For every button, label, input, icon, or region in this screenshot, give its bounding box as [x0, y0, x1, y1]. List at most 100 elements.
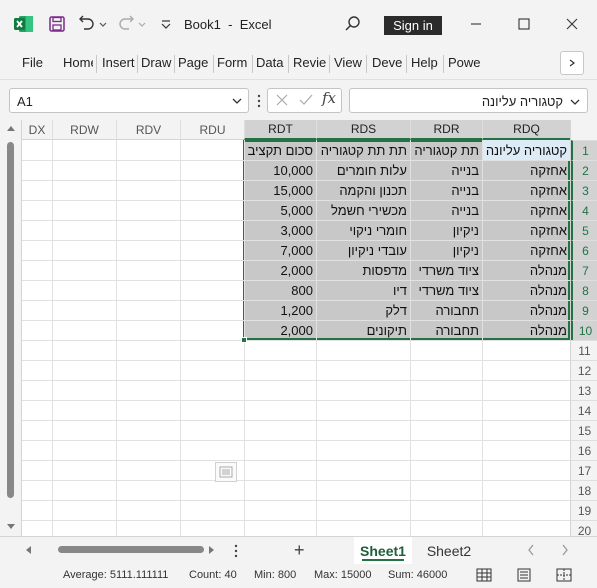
scroll-up-icon[interactable]	[6, 124, 16, 132]
chevron-down-icon[interactable]	[569, 96, 581, 108]
sheet-tab[interactable]: Sheet2	[420, 537, 478, 565]
quick-analysis-button[interactable]	[215, 462, 237, 482]
cell-subsub-category[interactable]: עלות חומרים	[316, 160, 410, 180]
row-header[interactable]: 19	[571, 500, 597, 520]
close-icon[interactable]	[562, 14, 582, 34]
header-cell-subsub-category[interactable]: תת תת קטגוריה	[316, 140, 410, 160]
column-header[interactable]: RDW	[52, 120, 116, 140]
tab-draw[interactable]: Draw	[141, 55, 173, 70]
search-icon[interactable]	[343, 14, 363, 34]
row-header[interactable]: 13	[571, 380, 597, 400]
ribbon-more-button[interactable]	[560, 51, 584, 75]
save-icon[interactable]	[47, 14, 67, 34]
status-average[interactable]: Average: 5111.111111	[63, 569, 168, 581]
undo-icon[interactable]	[77, 14, 97, 34]
tab-data[interactable]: Data	[256, 55, 286, 70]
row-header[interactable]: 16	[571, 440, 597, 460]
row-header[interactable]: 15	[571, 420, 597, 440]
horizontal-scroll-thumb[interactable]	[58, 546, 204, 553]
cell-top-category[interactable]: אחזקה	[482, 200, 570, 220]
add-sheet-button[interactable]: +	[294, 540, 305, 561]
cell-subsub-category[interactable]: תכנון והקמה	[316, 180, 410, 200]
insert-function-button[interactable]: fx	[322, 89, 336, 107]
cell-sub-category[interactable]: בנייה	[410, 160, 482, 180]
column-header[interactable]: RDQ	[482, 120, 570, 140]
redo-dropdown-icon[interactable]	[137, 18, 147, 30]
undo-dropdown-icon[interactable]	[98, 18, 108, 30]
select-all-corner[interactable]	[570, 120, 597, 140]
row-header[interactable]: 4	[571, 200, 597, 220]
cell-subsub-category[interactable]: תיקונים	[316, 320, 410, 340]
cell-budget-amount[interactable]: 10,000	[244, 160, 316, 180]
cell-top-category[interactable]: מנהלה	[482, 300, 570, 320]
cell-budget-amount[interactable]: 2,000	[244, 260, 316, 280]
tab-power[interactable]: Powe	[448, 55, 481, 70]
cell-subsub-category[interactable]: חומרי ניקוי	[316, 220, 410, 240]
cell-grid[interactable]: קטגוריה עליונה תת קטגוריה תת תת קטגוריה סכו…	[22, 140, 570, 536]
more-vertical-icon[interactable]	[256, 93, 262, 109]
page-break-view-icon[interactable]	[556, 568, 572, 582]
maximize-icon[interactable]	[514, 14, 534, 34]
column-header[interactable]: RDT	[244, 120, 316, 140]
cell-sub-category[interactable]: ניקיון	[410, 220, 482, 240]
tab-page-layout[interactable]: Page	[178, 55, 210, 70]
row-header[interactable]: 3	[571, 180, 597, 200]
row-header[interactable]: 11	[571, 340, 597, 360]
cell-budget-amount[interactable]: 15,000	[244, 180, 316, 200]
scroll-right-icon[interactable]	[208, 545, 216, 555]
status-max[interactable]: Max: 15000	[314, 569, 371, 581]
row-header[interactable]: 8	[571, 280, 597, 300]
row-header[interactable]: 20	[571, 520, 597, 536]
tab-file[interactable]: File	[22, 55, 44, 70]
row-header[interactable]: 1	[571, 140, 597, 160]
cell-budget-amount[interactable]: 1,200	[244, 300, 316, 320]
cell-subsub-category[interactable]: עובדי ניקיון	[316, 240, 410, 260]
row-header[interactable]: 7	[571, 260, 597, 280]
row-header[interactable]: 12	[571, 360, 597, 380]
header-cell-top-category[interactable]: קטגוריה עליונה	[482, 140, 570, 160]
row-header[interactable]: 17	[571, 460, 597, 480]
formula-input[interactable]: קטגוריה עליונה	[349, 88, 588, 113]
column-header[interactable]: RDR	[410, 120, 482, 140]
status-count[interactable]: Count: 40	[189, 569, 237, 581]
cell-sub-category[interactable]: תחבורה	[410, 320, 482, 340]
cell-top-category[interactable]: מנהלה	[482, 320, 570, 340]
tab-formulas[interactable]: Form	[217, 55, 251, 70]
tab-review[interactable]: Revie	[293, 55, 327, 70]
row-header[interactable]: 2	[571, 160, 597, 180]
cell-sub-category[interactable]: ציוד משרדי	[410, 280, 482, 300]
cell-budget-amount[interactable]: 5,000	[244, 200, 316, 220]
cell-sub-category[interactable]: ניקיון	[410, 240, 482, 260]
customize-toolbar-icon[interactable]	[156, 14, 176, 34]
more-vertical-icon[interactable]	[234, 544, 238, 558]
cell-subsub-category[interactable]: דלק	[316, 300, 410, 320]
page-layout-view-icon[interactable]	[516, 568, 532, 582]
cell-budget-amount[interactable]: 3,000	[244, 220, 316, 240]
cell-budget-amount[interactable]: 2,000	[244, 320, 316, 340]
scroll-down-icon[interactable]	[6, 523, 16, 531]
status-sum[interactable]: Sum: 46000	[388, 569, 447, 581]
header-cell-sub-category[interactable]: תת קטגוריה	[410, 140, 482, 160]
check-icon[interactable]	[298, 93, 314, 107]
column-header[interactable]: RDV	[116, 120, 180, 140]
tab-view[interactable]: View	[334, 55, 364, 70]
cell-subsub-category[interactable]: דיו	[316, 280, 410, 300]
cell-sub-category[interactable]: בנייה	[410, 180, 482, 200]
vertical-scroll-thumb[interactable]	[7, 142, 14, 498]
cell-top-category[interactable]: מנהלה	[482, 260, 570, 280]
cell-sub-category[interactable]: בנייה	[410, 200, 482, 220]
row-header[interactable]: 18	[571, 480, 597, 500]
cell-sub-category[interactable]: ציוד משרדי	[410, 260, 482, 280]
chevron-right-icon[interactable]	[561, 544, 569, 556]
sign-in-button[interactable]: Sign in	[384, 16, 442, 35]
cell-top-category[interactable]: אחזקה	[482, 220, 570, 240]
worksheet[interactable]: DX RDW RDV RDU RDT RDS RDR RDQ קטגוריה ע…	[0, 120, 597, 536]
column-header[interactable]: RDS	[316, 120, 410, 140]
cell-budget-amount[interactable]: 7,000	[244, 240, 316, 260]
tab-home[interactable]: Home	[63, 55, 93, 70]
chevron-down-icon[interactable]	[231, 95, 243, 107]
cell-subsub-category[interactable]: מדפסות	[316, 260, 410, 280]
tab-developer[interactable]: Deve	[372, 55, 404, 70]
column-header[interactable]: DX	[22, 120, 52, 140]
row-header[interactable]: 14	[571, 400, 597, 420]
